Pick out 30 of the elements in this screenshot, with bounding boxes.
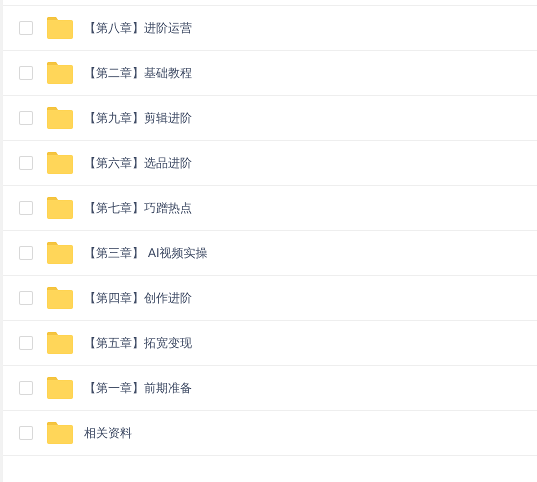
folder-name[interactable]: 【第八章】进阶运营 bbox=[84, 20, 192, 36]
folder-icon bbox=[46, 107, 73, 129]
checkbox[interactable] bbox=[19, 291, 33, 305]
folder-name[interactable]: 【第一章】前期准备 bbox=[84, 380, 192, 396]
folder-icon bbox=[46, 17, 73, 39]
checkbox[interactable] bbox=[19, 336, 33, 350]
folder-icon bbox=[46, 152, 73, 174]
checkbox[interactable] bbox=[19, 66, 33, 80]
folder-icon bbox=[46, 377, 73, 399]
checkbox[interactable] bbox=[19, 426, 33, 440]
checkbox[interactable] bbox=[19, 201, 33, 215]
folder-icon bbox=[46, 332, 73, 354]
checkbox[interactable] bbox=[19, 381, 33, 395]
folder-name[interactable]: 【第三章】 AI视频实操 bbox=[84, 244, 208, 262]
folder-name[interactable]: 相关资料 bbox=[84, 424, 132, 442]
folder-icon bbox=[46, 242, 73, 264]
folder-name[interactable]: 【第七章】巧蹭热点 bbox=[84, 200, 192, 216]
folder-icon bbox=[46, 197, 73, 219]
folder-name[interactable]: 【第五章】拓宽变现 bbox=[84, 334, 192, 352]
folder-name[interactable]: 【第二章】基础教程 bbox=[84, 64, 192, 82]
folder-icon bbox=[46, 422, 73, 444]
folder-name[interactable]: 【第六章】选品进阶 bbox=[84, 154, 192, 172]
checkbox[interactable] bbox=[19, 246, 33, 260]
checkbox[interactable] bbox=[19, 111, 33, 125]
folder-name[interactable]: 【第四章】创作进阶 bbox=[84, 290, 192, 306]
checkbox[interactable] bbox=[19, 156, 33, 170]
folder-icon bbox=[46, 287, 73, 309]
folder-name[interactable]: 【第九章】剪辑进阶 bbox=[84, 110, 192, 126]
checkbox[interactable] bbox=[19, 21, 33, 35]
folder-icon bbox=[46, 62, 73, 84]
